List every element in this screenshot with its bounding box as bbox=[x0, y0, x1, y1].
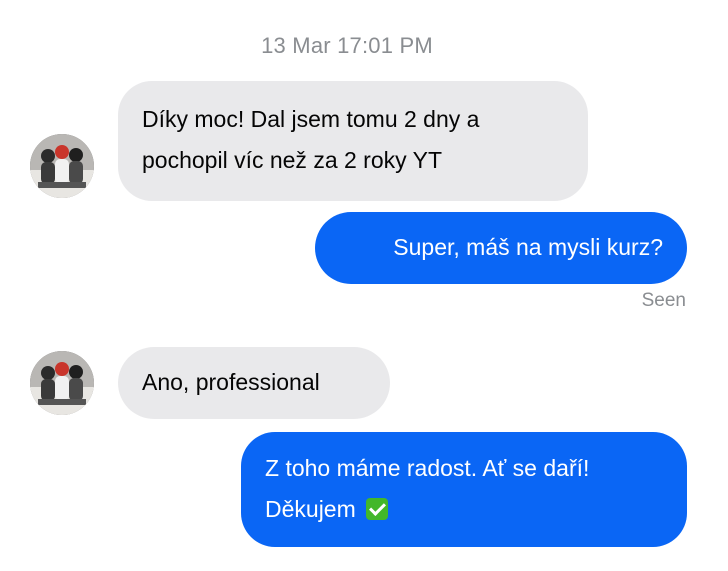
avatar-photo-icon bbox=[30, 351, 94, 415]
conversation-thread: 13 Mar 17:01 PM Díky moc! Dal jsem tomu … bbox=[0, 0, 728, 571]
message-line: Díky moc! Dal jsem tomu 2 dny a bbox=[142, 106, 480, 132]
incoming-message-bubble[interactable]: Ano, professional bbox=[118, 347, 390, 419]
outgoing-message-bubble[interactable]: Z toho máme radost. Ať se daří! Děkujem bbox=[241, 432, 687, 547]
avatar-photo-icon bbox=[30, 134, 94, 198]
outgoing-message-bubble[interactable]: Super, máš na mysli kurz? bbox=[315, 212, 687, 284]
check-mark-emoji-icon bbox=[366, 498, 389, 520]
contact-avatar[interactable] bbox=[30, 351, 94, 415]
message-line: Děkujem bbox=[265, 496, 356, 522]
message-timestamp: 13 Mar 17:01 PM bbox=[261, 33, 433, 58]
message-line: Super, máš na mysli kurz? bbox=[393, 234, 663, 260]
message-line: Ano, professional bbox=[142, 369, 320, 395]
contact-avatar[interactable] bbox=[30, 134, 94, 198]
message-line: Z toho máme radost. Ať se daří! bbox=[265, 455, 590, 481]
message-line: pochopil víc než za 2 roky YT bbox=[142, 147, 442, 173]
incoming-message-bubble[interactable]: Díky moc! Dal jsem tomu 2 dny a pochopil… bbox=[118, 81, 588, 201]
seen-indicator: Seen bbox=[641, 290, 686, 311]
message-line-with-emoji: Děkujem bbox=[265, 489, 663, 530]
